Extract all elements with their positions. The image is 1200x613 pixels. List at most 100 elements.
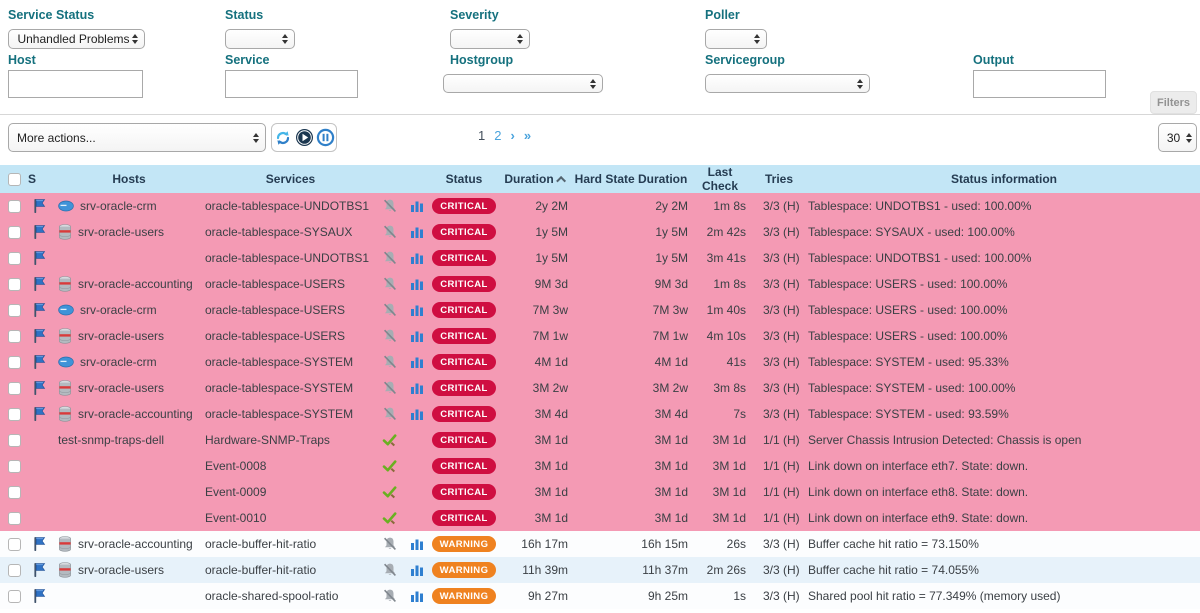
service-name[interactable]: Event-0010 [200, 511, 376, 525]
service-name[interactable]: oracle-tablespace-SYSAUX [200, 225, 376, 239]
severity-select[interactable] [450, 29, 530, 49]
performance-graph-icon[interactable] [410, 589, 424, 603]
flag-icon[interactable] [32, 328, 46, 344]
column-header-hosts[interactable]: Hosts [52, 172, 200, 186]
flag-icon[interactable] [32, 198, 46, 214]
performance-graph-icon[interactable] [410, 303, 424, 317]
service-name[interactable]: oracle-tablespace-USERS [200, 329, 376, 343]
service-status-select[interactable]: Unhandled Problems [8, 29, 145, 49]
column-header-services[interactable]: Services [200, 172, 376, 186]
flag-icon[interactable] [32, 536, 46, 552]
flag-icon[interactable] [32, 302, 46, 318]
play-button[interactable] [294, 128, 314, 148]
service-name[interactable]: oracle-tablespace-SYSTEM [200, 355, 376, 369]
pagination-last-icon[interactable]: » [524, 128, 531, 143]
service-name[interactable]: oracle-buffer-hit-ratio [200, 563, 376, 577]
row-checkbox[interactable] [8, 330, 21, 343]
performance-graph-icon[interactable] [410, 199, 424, 213]
host-name[interactable]: srv-oracle-users [78, 225, 164, 239]
column-header-hard-state-duration[interactable]: Hard State Duration [572, 172, 690, 186]
service-name[interactable]: oracle-tablespace-USERS [200, 277, 376, 291]
status-select[interactable] [225, 29, 295, 49]
filters-button[interactable]: Filters [1150, 91, 1197, 114]
pagination-next-icon[interactable]: › [510, 128, 514, 143]
performance-graph-icon[interactable] [410, 381, 424, 395]
performance-graph-icon[interactable] [410, 251, 424, 265]
performance-graph-icon[interactable] [410, 225, 424, 239]
row-checkbox[interactable] [8, 564, 21, 577]
service-name[interactable]: oracle-tablespace-USERS [200, 303, 376, 317]
service-name[interactable]: oracle-tablespace-UNDOTBS1 [200, 199, 376, 213]
pagination-page-2[interactable]: 2 [494, 128, 501, 143]
column-header-duration[interactable]: Duration [498, 172, 572, 186]
host-name[interactable]: test-snmp-traps-dell [58, 433, 164, 447]
host-name[interactable]: srv-oracle-crm [80, 199, 157, 213]
output-input[interactable] [973, 70, 1106, 98]
row-checkbox[interactable] [8, 200, 21, 213]
performance-graph-icon[interactable] [410, 355, 424, 369]
column-header-last-check[interactable]: Last Check [690, 165, 750, 193]
column-header-s[interactable]: S [26, 172, 52, 186]
host-name[interactable]: srv-oracle-accounting [78, 537, 193, 551]
host-input[interactable] [8, 70, 143, 98]
host-name[interactable]: srv-oracle-users [78, 329, 164, 343]
flag-icon[interactable] [32, 562, 46, 578]
service-input[interactable] [225, 70, 358, 98]
hard-duration-cell: 16h 15m [572, 537, 690, 551]
row-checkbox[interactable] [8, 460, 21, 473]
row-checkbox[interactable] [8, 226, 21, 239]
row-checkbox[interactable] [8, 512, 21, 525]
performance-graph-icon[interactable] [410, 277, 424, 291]
row-checkbox[interactable] [8, 434, 21, 447]
host-name[interactable]: srv-oracle-users [78, 381, 164, 395]
host-name[interactable]: srv-oracle-accounting [78, 277, 193, 291]
flag-icon[interactable] [32, 380, 46, 396]
select-all-checkbox[interactable] [8, 173, 21, 186]
row-checkbox[interactable] [8, 278, 21, 291]
service-name[interactable]: oracle-tablespace-SYSTEM [200, 381, 376, 395]
hard-duration-cell: 3M 4d [572, 407, 690, 421]
service-name[interactable]: Hardware-SNMP-Traps [200, 433, 376, 447]
more-actions-select[interactable]: More actions... [8, 123, 266, 152]
flag-icon[interactable] [32, 588, 46, 604]
row-checkbox[interactable] [8, 590, 21, 603]
pause-button[interactable] [315, 128, 335, 148]
flag-icon[interactable] [32, 354, 46, 370]
flag-icon[interactable] [32, 406, 46, 422]
service-name[interactable]: oracle-shared-spool-ratio [200, 589, 376, 603]
service-name[interactable]: oracle-tablespace-SYSTEM [200, 407, 376, 421]
row-checkbox[interactable] [8, 538, 21, 551]
host-name[interactable]: srv-oracle-crm [80, 303, 157, 317]
row-checkbox[interactable] [8, 356, 21, 369]
performance-graph-icon[interactable] [410, 329, 424, 343]
row-checkbox[interactable] [8, 408, 21, 421]
service-name[interactable]: oracle-tablespace-UNDOTBS1 [200, 251, 376, 265]
host-name[interactable]: srv-oracle-accounting [78, 407, 193, 421]
performance-graph-icon[interactable] [410, 563, 424, 577]
column-header-status-information[interactable]: Status information [808, 172, 1200, 186]
row-checkbox[interactable] [8, 252, 21, 265]
performance-graph-icon[interactable] [410, 407, 424, 421]
row-checkbox[interactable] [8, 486, 21, 499]
row-checkbox[interactable] [8, 382, 21, 395]
status-badge: CRITICAL [432, 302, 496, 318]
poller-select[interactable] [705, 29, 767, 49]
tries-cell: 1/1 (H) [750, 433, 808, 447]
status-badge: CRITICAL [432, 250, 496, 266]
service-name[interactable]: oracle-buffer-hit-ratio [200, 537, 376, 551]
host-name[interactable]: srv-oracle-crm [80, 355, 157, 369]
flag-icon[interactable] [32, 224, 46, 240]
service-name[interactable]: Event-0009 [200, 485, 376, 499]
flag-icon[interactable] [32, 250, 46, 266]
page-size-select[interactable]: 30 [1158, 123, 1197, 152]
column-header-status[interactable]: Status [430, 172, 498, 186]
flag-icon[interactable] [32, 276, 46, 292]
performance-graph-icon[interactable] [410, 537, 424, 551]
servicegroup-select[interactable] [705, 74, 870, 93]
hostgroup-select[interactable] [443, 74, 603, 93]
row-checkbox[interactable] [8, 304, 21, 317]
host-name[interactable]: srv-oracle-users [78, 563, 164, 577]
refresh-button[interactable] [273, 128, 293, 148]
column-header-tries[interactable]: Tries [750, 172, 808, 186]
service-name[interactable]: Event-0008 [200, 459, 376, 473]
